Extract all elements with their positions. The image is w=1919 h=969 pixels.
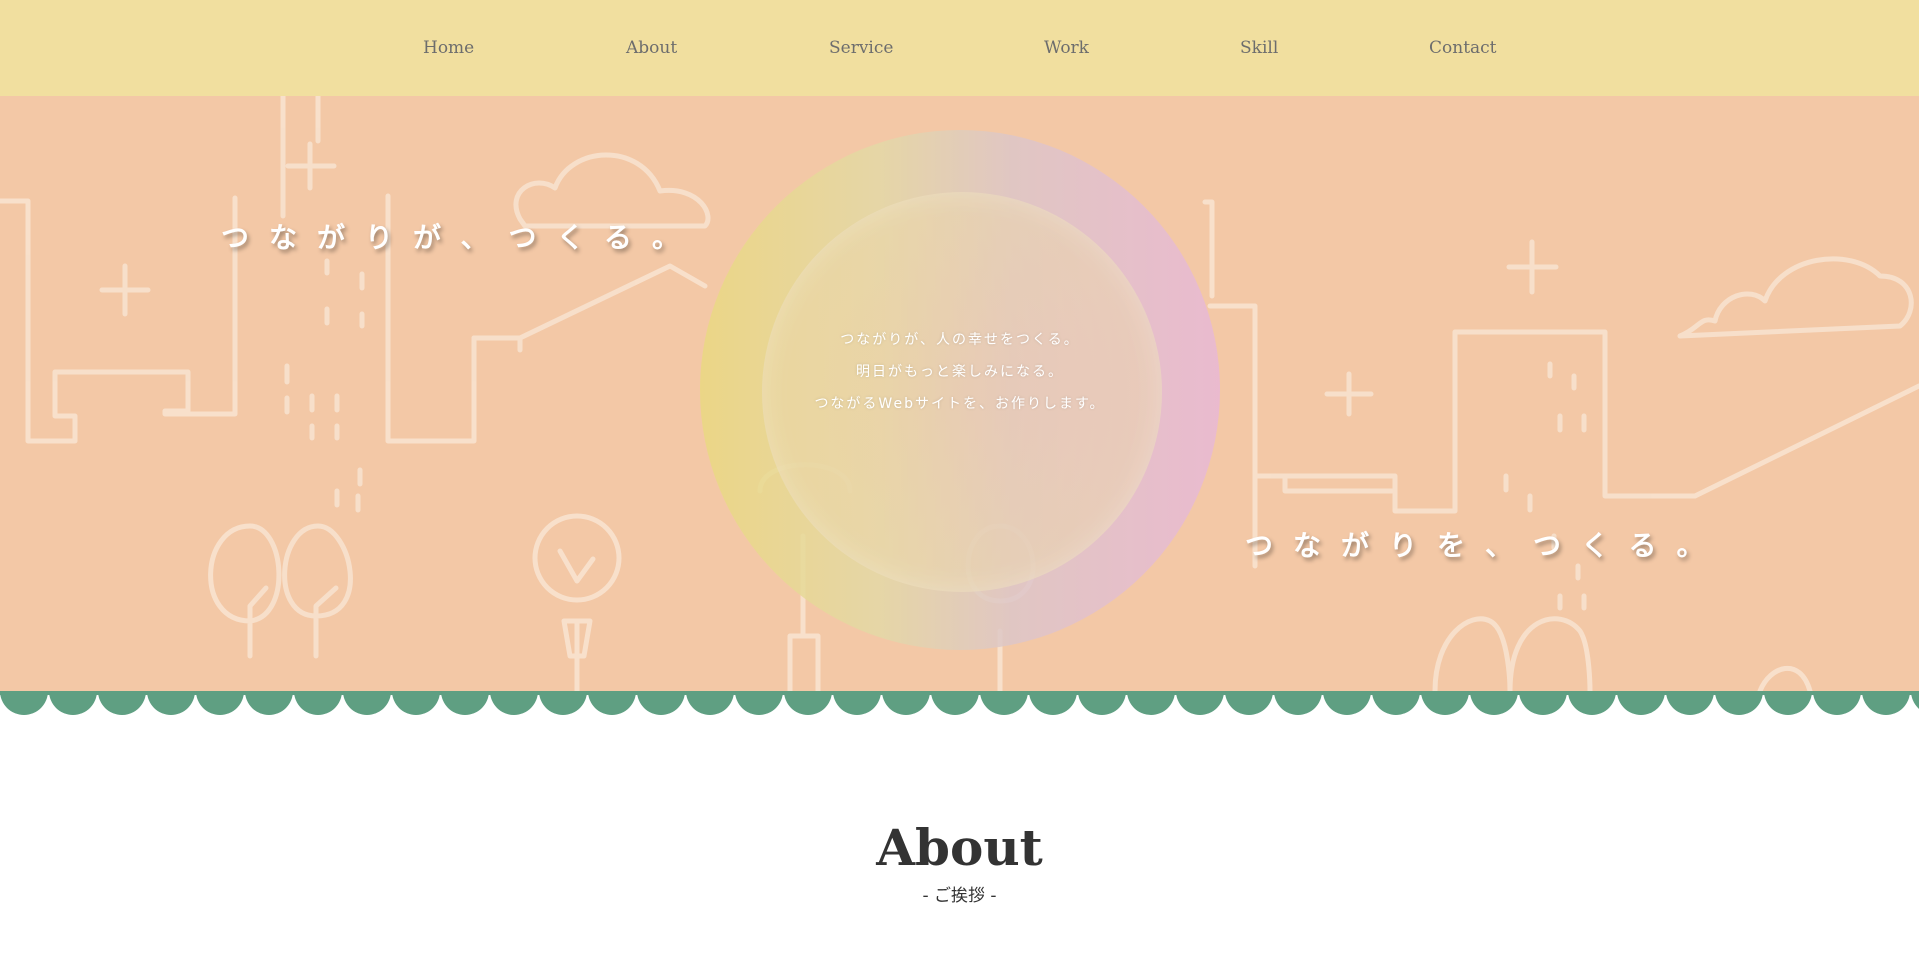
nav-home[interactable]: Home [423, 38, 474, 62]
scallop-arc [1421, 691, 1469, 715]
scallop-arc [1078, 691, 1126, 715]
scallop-arc [1029, 691, 1077, 715]
nav-service[interactable]: Service [829, 38, 893, 62]
scallop-arc [1470, 691, 1518, 715]
scallop-arc [539, 691, 587, 715]
scallop-arc [1568, 691, 1616, 715]
site-header: Home About Service Work Skill Contact [0, 0, 1919, 96]
scallop-arc [196, 691, 244, 715]
hero-section: つながりが、つくる。 つながりを、つくる。 つながりが、人の幸せをつくる。 明日… [0, 96, 1919, 691]
scallop-arc [147, 691, 195, 715]
hero-message: つながりが、人の幸せをつくる。 明日がもっと楽しみになる。 つながるWebサイト… [780, 324, 1140, 420]
scallop-arc [1862, 691, 1910, 715]
nav-work[interactable]: Work [1044, 38, 1089, 62]
hero-tagline-right: つながりを、つくる。 [1245, 529, 1725, 562]
scallop-arc [833, 691, 881, 715]
scallop-arc [588, 691, 636, 715]
scallop-arc [931, 691, 979, 715]
scallop-arc [686, 691, 734, 715]
nav-skill[interactable]: Skill [1240, 38, 1278, 62]
scallop-arc [245, 691, 293, 715]
scallop-arc [1372, 691, 1420, 715]
scallop-arc [1715, 691, 1763, 715]
scallop-arc [1225, 691, 1273, 715]
scallop-arc [343, 691, 391, 715]
hero-tagline-left: つながりが、つくる。 [221, 221, 700, 254]
scallop-arc [1666, 691, 1714, 715]
about-title: About [876, 818, 1043, 877]
scallop-arc [1813, 691, 1861, 715]
nav-contact[interactable]: Contact [1429, 38, 1497, 62]
hero-message-line: つながるWebサイトを、お作りします。 [814, 396, 1106, 412]
scallop-arc [49, 691, 97, 715]
scallop-arc [1323, 691, 1371, 715]
about-subtitle: - ご挨拶 - [922, 886, 997, 906]
scallop-arc [98, 691, 146, 715]
scallop-arc [1127, 691, 1175, 715]
scallop-arc [490, 691, 538, 715]
scallop-arc [392, 691, 440, 715]
scallop-arc [1519, 691, 1567, 715]
nav-about[interactable]: About [626, 38, 677, 62]
hero-message-line: 明日がもっと楽しみになる。 [856, 364, 1064, 380]
scallop-arc [735, 691, 783, 715]
scallop-arc [882, 691, 930, 715]
scallop-arc [1617, 691, 1665, 715]
scallop-arc [637, 691, 685, 715]
scallop-arc [1274, 691, 1322, 715]
scallop-arc [441, 691, 489, 715]
scallop-arc [980, 691, 1028, 715]
scallop-arc [0, 691, 48, 715]
hero-message-line: つながりが、人の幸せをつくる。 [840, 332, 1080, 348]
scallop-arc [1764, 691, 1812, 715]
scallop-arc [1176, 691, 1224, 715]
scallop-arc [294, 691, 342, 715]
scallop-arc [784, 691, 832, 715]
scallop-divider [0, 691, 1919, 715]
scallop-arc [1911, 691, 1919, 709]
